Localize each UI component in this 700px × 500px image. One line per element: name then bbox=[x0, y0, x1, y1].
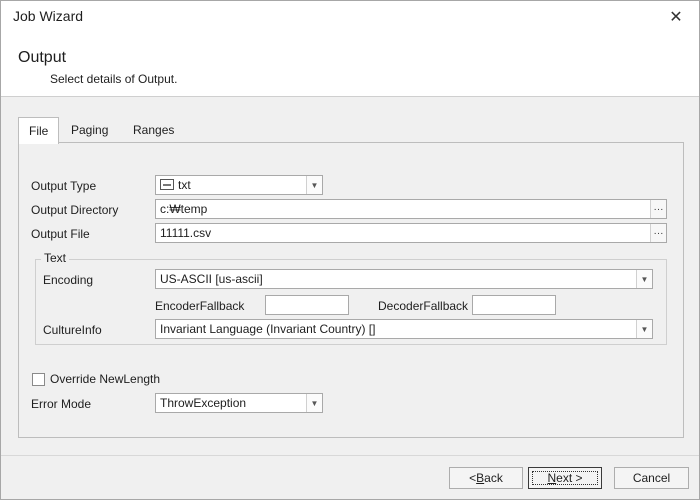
tab-paging[interactable]: Paging bbox=[61, 117, 118, 143]
error-mode-value: ThrowException bbox=[160, 396, 247, 410]
back-accelerator: B bbox=[476, 471, 485, 485]
override-new-length-label: Override NewLength bbox=[50, 372, 161, 386]
tab-ranges[interactable]: Ranges bbox=[123, 117, 184, 143]
close-icon[interactable]: ✕ bbox=[653, 1, 699, 32]
output-type-combo[interactable]: txt ▼ bbox=[155, 175, 323, 195]
chevron-down-icon[interactable]: ▼ bbox=[636, 320, 652, 338]
output-directory-value: c:₩temp bbox=[160, 202, 208, 216]
output-file-label: Output File bbox=[31, 227, 90, 241]
error-mode-label: Error Mode bbox=[31, 397, 92, 411]
culture-info-label: CultureInfo bbox=[43, 323, 102, 337]
page-title: Output bbox=[18, 49, 67, 66]
txt-file-icon bbox=[160, 179, 174, 190]
page-subtitle: Select details of Output. bbox=[50, 72, 178, 86]
output-type-label: Output Type bbox=[31, 179, 97, 193]
encoder-fallback-label: EncoderFallback bbox=[155, 299, 245, 313]
encoding-combo[interactable]: US-ASCII [us-ascii] ▼ bbox=[155, 269, 653, 289]
encoder-fallback-input[interactable] bbox=[265, 295, 349, 315]
culture-info-value: Invariant Language (Invariant Country) [… bbox=[160, 322, 376, 336]
next-button[interactable]: Next > bbox=[528, 467, 602, 489]
file-tab-panel: Output Type txt ▼ Output Directory c:₩te… bbox=[18, 142, 684, 438]
output-directory-label: Output Directory bbox=[31, 203, 119, 217]
output-type-value: txt bbox=[178, 178, 191, 192]
text-group-title: Text bbox=[41, 251, 70, 265]
chevron-down-icon[interactable]: ▼ bbox=[636, 270, 652, 288]
output-file-input[interactable]: 11111.csv ··· bbox=[155, 223, 667, 243]
wizard-header: Output Select details of Output. bbox=[1, 32, 699, 97]
back-prefix: < bbox=[469, 471, 477, 485]
output-directory-input[interactable]: c:₩temp ··· bbox=[155, 199, 667, 219]
title-bar: Job Wizard ✕ bbox=[1, 1, 699, 32]
next-accelerator: N bbox=[547, 471, 557, 485]
output-file-value: 11111.csv bbox=[160, 226, 212, 240]
chevron-down-icon[interactable]: ▼ bbox=[306, 176, 322, 194]
override-new-length-checkbox[interactable] bbox=[32, 373, 45, 386]
browse-directory-button[interactable]: ··· bbox=[650, 200, 666, 218]
job-wizard-window: Job Wizard ✕ Output Select details of Ou… bbox=[0, 0, 700, 500]
decoder-fallback-input[interactable] bbox=[472, 295, 556, 315]
error-mode-combo[interactable]: ThrowException ▼ bbox=[155, 393, 323, 413]
tab-file[interactable]: File bbox=[18, 117, 60, 144]
encoding-label: Encoding bbox=[43, 273, 94, 287]
back-button[interactable]: < Back bbox=[449, 467, 523, 489]
footer-divider bbox=[1, 455, 699, 456]
decoder-fallback-label: DecoderFallback bbox=[378, 299, 469, 313]
browse-file-button[interactable]: ··· bbox=[650, 224, 666, 242]
next-label: ext > bbox=[556, 471, 583, 485]
culture-info-combo[interactable]: Invariant Language (Invariant Country) [… bbox=[155, 319, 653, 339]
chevron-down-icon[interactable]: ▼ bbox=[306, 394, 322, 412]
window-title: Job Wizard bbox=[13, 8, 84, 24]
back-label: ack bbox=[484, 471, 503, 485]
encoding-value: US-ASCII [us-ascii] bbox=[160, 272, 263, 286]
cancel-button[interactable]: Cancel bbox=[614, 467, 689, 489]
